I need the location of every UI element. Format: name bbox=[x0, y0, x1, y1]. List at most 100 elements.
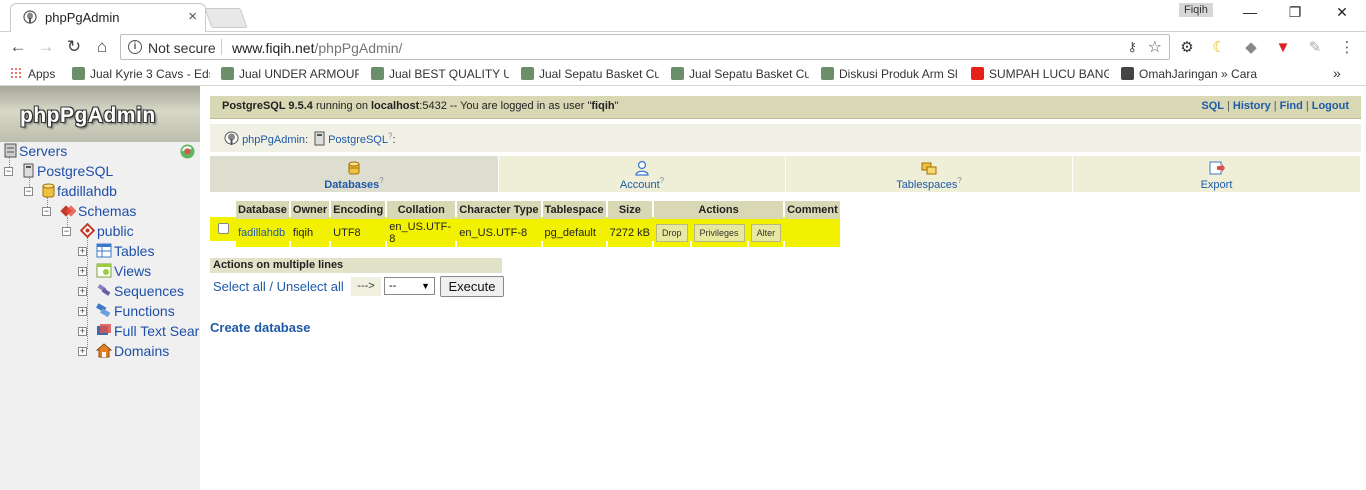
alter-button[interactable]: Alter bbox=[750, 224, 782, 242]
bookmark-item[interactable]: Jual Kyrie 3 Cavs - Eds bbox=[72, 67, 210, 81]
shield-icon[interactable]: ▼ bbox=[1274, 39, 1292, 57]
sequences-icon bbox=[97, 284, 111, 296]
tree-node-tables[interactable]: Tables bbox=[96, 243, 154, 259]
tree-node-functions[interactable]: Functions bbox=[96, 303, 175, 319]
tab-account[interactable]: Account? bbox=[499, 156, 786, 192]
chevron-down-icon: ▼ bbox=[421, 281, 430, 291]
collation-cell: en_US.UTF-8 bbox=[387, 219, 456, 247]
expand-toggle-icon[interactable]: + bbox=[78, 267, 87, 276]
comment-cell bbox=[785, 219, 840, 247]
bookmark-star-icon[interactable]: ☆ bbox=[1148, 37, 1162, 57]
omnibox-divider bbox=[221, 39, 222, 55]
moon-icon[interactable]: ☾ bbox=[1210, 39, 1228, 57]
column-header: Owner bbox=[290, 201, 330, 219]
forward-arrow-icon[interactable]: → bbox=[36, 37, 56, 57]
login-info-bar: PostgreSQL 9.5.4 running on localhost:54… bbox=[210, 96, 1361, 119]
tab-export[interactable]: Export bbox=[1073, 156, 1361, 192]
servers-icon bbox=[4, 143, 17, 158]
row-select-checkbox[interactable] bbox=[218, 223, 229, 234]
history-link[interactable]: History bbox=[1233, 100, 1271, 112]
tree-node-domains[interactable]: Domains bbox=[96, 343, 169, 359]
database-name-link[interactable]: fadillahdb bbox=[236, 219, 289, 247]
column-header: Actions bbox=[654, 201, 784, 219]
acrobat-icon[interactable]: ✎ bbox=[1306, 39, 1324, 57]
new-tab-button[interactable] bbox=[204, 8, 248, 28]
tab-databases[interactable]: Databases? bbox=[210, 156, 499, 192]
column-header: Character Type bbox=[457, 201, 541, 219]
bookmark-item[interactable]: Diskusi Produk Arm Sl bbox=[821, 67, 961, 81]
find-link[interactable]: Find bbox=[1280, 100, 1303, 112]
close-window-icon[interactable]: ✕ bbox=[1332, 4, 1352, 21]
bookmark-item[interactable]: Jual BEST QUALITY Un bbox=[371, 67, 509, 81]
bookmark-item[interactable]: OmahJaringan » Cara bbox=[1121, 67, 1261, 81]
expand-toggle-icon[interactable]: + bbox=[78, 307, 87, 316]
sql-link[interactable]: SQL bbox=[1201, 100, 1224, 112]
address-bar[interactable]: i Not secure www.fiqih.net/phpPgAdmin/ ⚷… bbox=[120, 34, 1170, 60]
bookmark-favicon-icon bbox=[371, 67, 384, 80]
expand-toggle-icon[interactable]: + bbox=[78, 247, 87, 256]
security-label: Not secure bbox=[148, 40, 216, 56]
select-links: Select all / Unselect all bbox=[213, 279, 344, 294]
tree-node-schemas[interactable]: Schemas bbox=[60, 203, 136, 219]
apps-button[interactable]: Apps bbox=[10, 67, 55, 81]
profile-button[interactable]: Fiqih bbox=[1179, 3, 1213, 17]
expand-toggle-icon[interactable]: + bbox=[78, 347, 87, 356]
house-favicon-icon bbox=[1121, 67, 1134, 80]
bookmark-item[interactable]: SUMPAH LUCU BANG bbox=[971, 67, 1109, 81]
column-header: Size bbox=[607, 201, 653, 219]
gear-icon[interactable]: ⚙ bbox=[1178, 39, 1196, 57]
action-select[interactable]: -- ▼ bbox=[384, 277, 435, 295]
drop-button[interactable]: Drop bbox=[656, 224, 688, 242]
bookmarks-overflow-icon[interactable]: » bbox=[1333, 65, 1341, 81]
tree-node-database[interactable]: fadillahdb bbox=[42, 183, 117, 199]
tree-node-full-text-search[interactable]: Full Text Search bbox=[96, 323, 200, 339]
collapse-toggle-icon[interactable]: − bbox=[4, 167, 13, 176]
encoding-cell: UTF8 bbox=[331, 219, 386, 247]
breadcrumb: phpPgAdmin: PostgreSQL?: bbox=[210, 124, 1361, 152]
collapse-toggle-icon[interactable]: − bbox=[62, 227, 71, 236]
tree-node-views[interactable]: Views bbox=[96, 263, 151, 279]
collapse-toggle-icon[interactable]: − bbox=[24, 187, 33, 196]
bookmark-item[interactable]: Jual Sepatu Basket Cu bbox=[671, 67, 809, 81]
bookmark-favicon-icon bbox=[221, 67, 234, 80]
tree-node-servers[interactable]: Servers bbox=[4, 143, 67, 159]
key-icon[interactable]: ⚷ bbox=[1127, 39, 1137, 55]
browser-tab-active[interactable]: phpPgAdmin × bbox=[10, 3, 206, 32]
unselect-all-link[interactable]: Unselect all bbox=[277, 279, 344, 294]
breadcrumb-server[interactable]: PostgreSQL?: bbox=[314, 131, 396, 146]
restore-icon[interactable]: ❐ bbox=[1285, 4, 1305, 21]
reload-icon[interactable]: ↻ bbox=[64, 37, 84, 57]
bookmark-item[interactable]: Jual UNDER ARMOUR bbox=[221, 67, 359, 81]
expand-toggle-icon[interactable]: + bbox=[78, 287, 87, 296]
minimize-icon[interactable]: — bbox=[1240, 4, 1260, 20]
bookmark-favicon-icon bbox=[521, 67, 534, 80]
tree-node-schema-public[interactable]: public bbox=[80, 223, 134, 239]
home-icon[interactable]: ⌂ bbox=[92, 37, 112, 57]
select-all-link[interactable]: Select all bbox=[213, 279, 266, 294]
tab-tablespaces[interactable]: Tablespaces? bbox=[786, 156, 1073, 192]
back-arrow-icon[interactable]: ← bbox=[8, 37, 28, 57]
tab-close-icon[interactable]: × bbox=[188, 8, 197, 25]
logout-link[interactable]: Logout bbox=[1312, 100, 1349, 112]
create-database-link[interactable]: Create database bbox=[210, 320, 310, 335]
tree-node-sequences[interactable]: Sequences bbox=[96, 283, 184, 299]
execute-button[interactable]: Execute bbox=[440, 276, 504, 297]
bookmark-item[interactable]: Jual Sepatu Basket Cu bbox=[521, 67, 659, 81]
expand-toggle-icon[interactable]: + bbox=[78, 327, 87, 336]
tree-node-server[interactable]: PostgreSQL bbox=[22, 163, 113, 179]
cube-icon[interactable]: ◆ bbox=[1242, 39, 1260, 57]
databases-icon bbox=[348, 161, 360, 175]
owner-cell: fiqih bbox=[290, 219, 330, 247]
more-icon[interactable]: ⋮ bbox=[1338, 39, 1356, 57]
action-cell: Drop bbox=[654, 219, 690, 247]
info-icon[interactable]: i bbox=[128, 40, 142, 54]
column-header: Collation bbox=[387, 201, 456, 219]
action-cell: Alter bbox=[748, 219, 784, 247]
collapse-toggle-icon[interactable]: − bbox=[42, 207, 51, 216]
privileges-button[interactable]: Privileges bbox=[693, 224, 745, 242]
elephant-icon bbox=[224, 131, 239, 145]
breadcrumb-root[interactable]: phpPgAdmin: bbox=[224, 131, 308, 146]
elephant-favicon-icon bbox=[23, 10, 37, 24]
url-text[interactable]: www.fiqih.net/phpPgAdmin/ bbox=[232, 40, 402, 56]
refresh-icon[interactable] bbox=[179, 143, 196, 160]
